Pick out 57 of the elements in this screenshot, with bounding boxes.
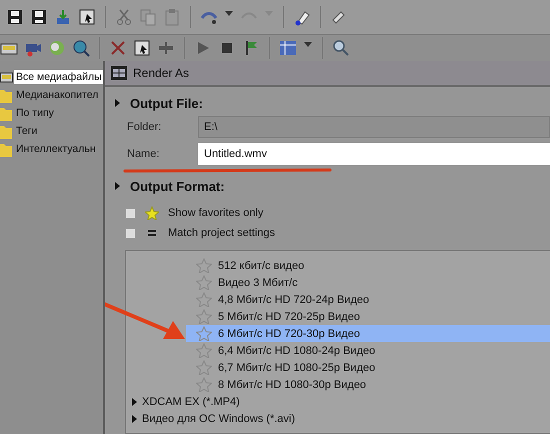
list-item[interactable]: 4,8 Мбит/с HD 720-24p Видео: [126, 291, 550, 308]
search-icon[interactable]: [332, 39, 350, 57]
view-icon[interactable]: [279, 39, 297, 57]
list-item[interactable]: 5 Мбит/с HD 720-25p Видео: [126, 308, 550, 325]
split-icon[interactable]: [157, 39, 175, 57]
delete-icon[interactable]: [109, 39, 127, 57]
import-icon[interactable]: [54, 8, 72, 26]
expand-icon[interactable]: [115, 182, 120, 190]
properties-icon[interactable]: [78, 8, 96, 26]
tree-item[interactable]: По типу: [14, 106, 56, 120]
save-as-icon[interactable]: [30, 8, 48, 26]
tree-item[interactable]: Теги: [14, 124, 40, 138]
tree-item[interactable]: Все медиафайлы: [14, 70, 104, 84]
option-label: Show favorites only: [168, 207, 264, 219]
expand-icon[interactable]: [115, 99, 120, 107]
save-icon[interactable]: [6, 8, 24, 26]
properties-icon[interactable]: [133, 39, 151, 57]
list-item[interactable]: Видео 3 Мбит/с: [126, 274, 550, 291]
star-outline-icon[interactable]: [196, 326, 212, 341]
star-outline-icon[interactable]: [196, 292, 212, 307]
list-item[interactable]: 6,7 Мбит/с HD 1080-25p Видео: [126, 359, 550, 376]
star-outline-icon[interactable]: [196, 275, 212, 290]
paste-icon[interactable]: [163, 8, 181, 26]
list-item[interactable]: 512 кбит/с видео: [126, 257, 550, 274]
app-icon: [111, 66, 127, 80]
folder-icon: [0, 123, 13, 139]
section-heading: Output Format:: [130, 178, 225, 194]
checkbox[interactable]: [125, 208, 136, 218]
tree-item[interactable]: Медианакопител: [14, 88, 100, 102]
window-title: Render As: [133, 66, 190, 80]
copy-icon[interactable]: [139, 8, 157, 26]
cut-icon[interactable]: [115, 8, 133, 26]
star-outline-icon[interactable]: [196, 343, 212, 358]
equals-icon: [147, 229, 157, 237]
list-item[interactable]: XDCAM EX (*.MP4): [126, 393, 550, 410]
folder-icon: [0, 87, 13, 103]
star-outline-icon[interactable]: [196, 360, 212, 375]
field-label: Folder:: [127, 120, 162, 132]
input-field[interactable]: Untitled.wmv: [198, 142, 550, 164]
disc-icon[interactable]: [48, 39, 66, 57]
globe-search-icon[interactable]: [72, 39, 90, 57]
star-outline-icon[interactable]: [196, 377, 212, 392]
list-item[interactable]: 8 Мбит/с HD 1080-30p Видео: [126, 376, 550, 393]
tree-item[interactable]: Интеллектуальн: [14, 142, 98, 156]
option-label: Match project settings: [168, 227, 275, 239]
section-heading: Output File:: [130, 96, 203, 110]
list-item[interactable]: 6 Мбит/с HD 720-30p Видео: [186, 325, 550, 342]
input-field[interactable]: E:\: [198, 116, 550, 138]
star-outline-icon[interactable]: [196, 309, 212, 324]
star-outline-icon[interactable]: [196, 258, 212, 273]
field-label: Name:: [127, 148, 160, 160]
folder-icon: [0, 141, 13, 157]
folder-icon: [0, 105, 13, 121]
checkbox[interactable]: [125, 228, 136, 238]
list-item[interactable]: 6,4 Мбит/с HD 1080-24p Видео: [126, 342, 550, 359]
list-item[interactable]: Видео для ОС Windows (*.avi): [126, 410, 550, 427]
star-icon: [145, 206, 159, 220]
